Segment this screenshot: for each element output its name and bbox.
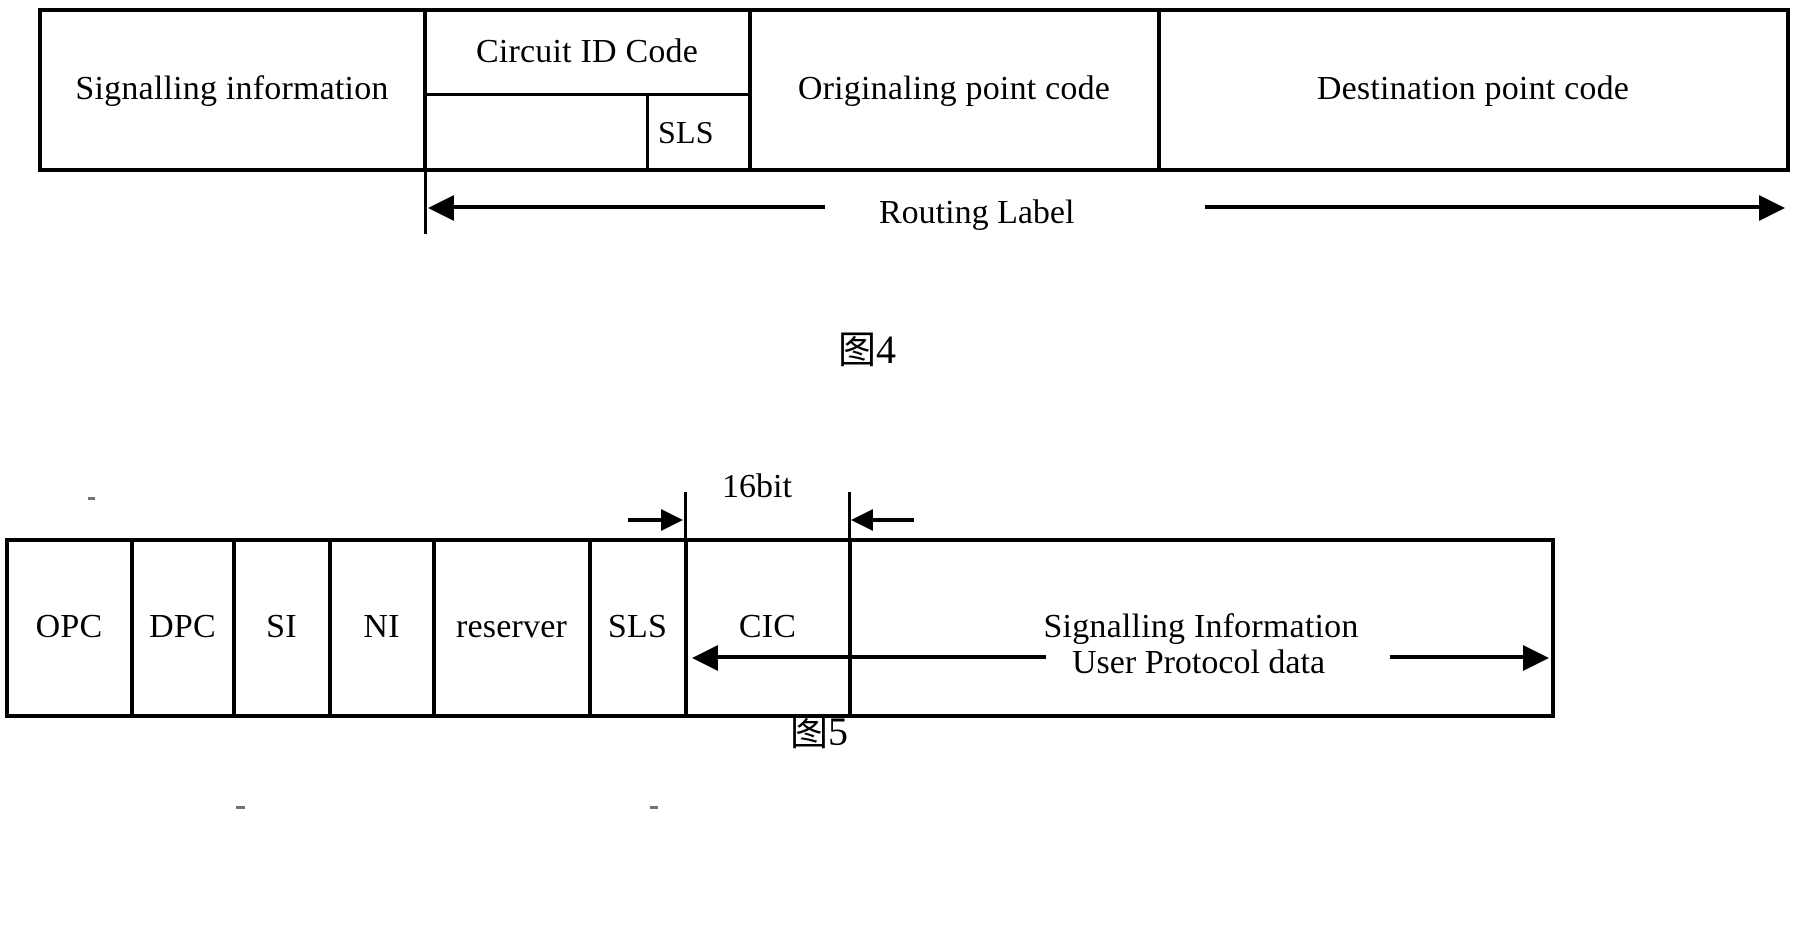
scan-speck [88, 497, 95, 500]
fig4-cell-circuit-id-code: Circuit ID Code [475, 33, 699, 70]
fig5-bit-arrow-right-shaft [872, 518, 914, 522]
fig4-table-right-border [1786, 8, 1790, 172]
fig4-cell-sls: SLS [658, 114, 714, 150]
fig4-table-bottom-border [38, 168, 1790, 172]
fig5-span-shaft-right [1390, 655, 1525, 659]
fig5-bit-width-label: 16bit [722, 468, 792, 505]
fig5-table-right-border [1551, 538, 1555, 718]
fig4-span-shaft-left [452, 205, 825, 209]
fig5-cell-sls: SLS [607, 608, 668, 645]
fig5-table-bottom-border [5, 714, 1555, 718]
fig5-bit-arrow-left-shaft [628, 518, 664, 522]
fig4-span-left-tick [424, 172, 427, 234]
fig4-caption-number: 4 [876, 327, 897, 372]
fig5-caption: 图5 [790, 712, 848, 752]
fig4-span-label: Routing Label [879, 194, 1075, 231]
fig4-span-arrowhead-right [1759, 195, 1785, 221]
fig4-cell-signalling-information: Signalling information [75, 70, 389, 107]
fig4-span-arrowhead-left [428, 195, 454, 221]
fig5-span-arrowhead-right [1523, 645, 1549, 671]
scan-speck [236, 806, 245, 809]
figures-page: Signalling information Circuit ID Code S… [0, 0, 1798, 934]
fig5-bit-arrowhead-left [851, 509, 873, 531]
fig4-cell-originating-point-code: Originaling point code [797, 70, 1111, 107]
fig5-cell-dpc: DPC [149, 608, 216, 645]
fig5-caption-number: 5 [828, 709, 849, 754]
fig5-caption-cjk: 图 [790, 710, 829, 754]
fig4-cell-destination-point-code: Destination point code [1316, 70, 1630, 107]
scan-speck [650, 806, 658, 809]
fig5-cell-cic: CIC [738, 608, 797, 645]
fig5-cell-ni: NI [363, 608, 400, 645]
fig5-cell-reserver: reserver [455, 608, 568, 645]
fig5-bit-arrowhead-right [661, 509, 683, 531]
fig5-span-arrowhead-left [692, 645, 718, 671]
fig5-span-shaft-left [716, 655, 1046, 659]
fig5-span-label: User Protocol data [1072, 644, 1326, 681]
fig4-caption: 图4 [838, 330, 896, 370]
fig5-cell-si: SI [266, 608, 297, 645]
fig5-cell-opc: OPC [35, 608, 103, 645]
fig5-cell-signalling-information: Signalling Information [1043, 608, 1359, 645]
fig4-caption-cjk: 图 [838, 328, 877, 372]
fig4-span-shaft-right [1205, 205, 1761, 209]
fig4-divider-cic-sls [646, 93, 649, 172]
